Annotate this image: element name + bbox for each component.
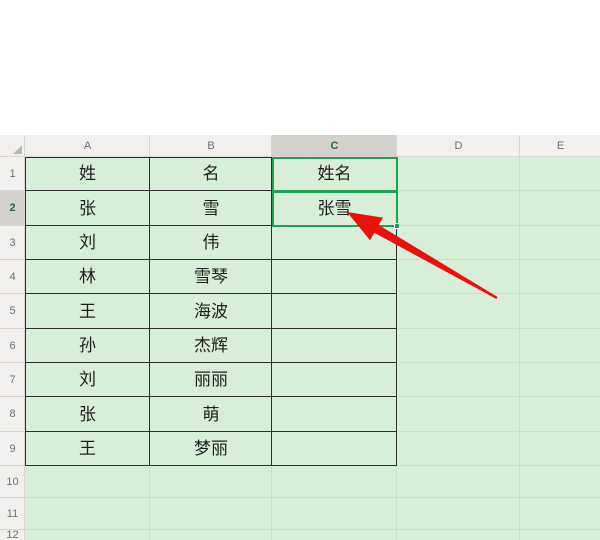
row-header-11[interactable]: 11 — [0, 498, 25, 530]
cell-E3[interactable] — [520, 226, 600, 260]
cell-D1[interactable] — [397, 157, 520, 191]
cell-C1[interactable]: 姓名 — [272, 157, 397, 191]
cell-C8[interactable] — [272, 397, 397, 432]
column-header-D[interactable]: D — [397, 135, 520, 157]
cell-D9[interactable] — [397, 432, 520, 466]
row-header-3[interactable]: 3 — [0, 226, 25, 260]
cell-C2[interactable]: 张雪 — [272, 191, 397, 226]
cell-E11[interactable] — [520, 498, 600, 530]
cell-C3[interactable] — [272, 226, 397, 260]
cell-B12[interactable] — [150, 530, 272, 540]
cell-E6[interactable] — [520, 329, 600, 363]
row-header-6[interactable]: 6 — [0, 329, 25, 363]
row-header-5[interactable]: 5 — [0, 294, 25, 329]
cell-B1[interactable]: 名 — [150, 157, 272, 191]
cell-B10[interactable] — [150, 466, 272, 498]
cell-A1[interactable]: 姓 — [25, 157, 150, 191]
cell-A6[interactable]: 孙 — [25, 329, 150, 363]
fill-handle[interactable] — [394, 223, 400, 229]
cell-C5[interactable] — [272, 294, 397, 329]
cell-C7[interactable] — [272, 363, 397, 397]
cell-C11[interactable] — [272, 498, 397, 530]
cell-B3[interactable]: 伟 — [150, 226, 272, 260]
select-all-corner[interactable] — [0, 135, 25, 157]
cell-B7[interactable]: 丽丽 — [150, 363, 272, 397]
cell-A5[interactable]: 王 — [25, 294, 150, 329]
cell-D8[interactable] — [397, 397, 520, 432]
cell-A11[interactable] — [25, 498, 150, 530]
cell-D7[interactable] — [397, 363, 520, 397]
row-header-1[interactable]: 1 — [0, 157, 25, 191]
column-header-C[interactable]: C — [272, 135, 397, 157]
cell-D5[interactable] — [397, 294, 520, 329]
column-header-B[interactable]: B — [150, 135, 272, 157]
cell-C12[interactable] — [272, 530, 397, 540]
cell-B2[interactable]: 雪 — [150, 191, 272, 226]
row-header-10[interactable]: 10 — [0, 466, 25, 498]
row-header-4[interactable]: 4 — [0, 260, 25, 294]
row-header-7[interactable]: 7 — [0, 363, 25, 397]
cell-A10[interactable] — [25, 466, 150, 498]
cell-A12[interactable] — [25, 530, 150, 540]
cell-B9[interactable]: 梦丽 — [150, 432, 272, 466]
cell-C9[interactable] — [272, 432, 397, 466]
cell-B11[interactable] — [150, 498, 272, 530]
cell-B6[interactable]: 杰辉 — [150, 329, 272, 363]
cell-C6[interactable] — [272, 329, 397, 363]
cell-E5[interactable] — [520, 294, 600, 329]
cell-D2[interactable] — [397, 191, 520, 226]
cell-C4[interactable] — [272, 260, 397, 294]
cell-E12[interactable] — [520, 530, 600, 540]
cell-A3[interactable]: 刘 — [25, 226, 150, 260]
cell-B5[interactable]: 海波 — [150, 294, 272, 329]
cell-E2[interactable] — [520, 191, 600, 226]
column-header-E[interactable]: E — [520, 135, 600, 157]
cell-E4[interactable] — [520, 260, 600, 294]
cell-C10[interactable] — [272, 466, 397, 498]
cell-E8[interactable] — [520, 397, 600, 432]
wps-spreadsheet-window: ≡ 文件 ▾ ↺ ↻ ▾ 开始 插入 页面布局 公式 数据 审阅 视图 — [0, 0, 600, 540]
cell-E7[interactable] — [520, 363, 600, 397]
cell-A9[interactable]: 王 — [25, 432, 150, 466]
row-header-8[interactable]: 8 — [0, 397, 25, 432]
cell-B4[interactable]: 雪琴 — [150, 260, 272, 294]
cell-D6[interactable] — [397, 329, 520, 363]
cell-E1[interactable] — [520, 157, 600, 191]
cell-D11[interactable] — [397, 498, 520, 530]
cell-A8[interactable]: 张 — [25, 397, 150, 432]
cell-D10[interactable] — [397, 466, 520, 498]
cell-D4[interactable] — [397, 260, 520, 294]
column-header-A[interactable]: A — [25, 135, 150, 157]
row-header-12[interactable]: 12 — [0, 530, 25, 540]
cell-E10[interactable] — [520, 466, 600, 498]
row-header-9[interactable]: 9 — [0, 432, 25, 466]
cell-D12[interactable] — [397, 530, 520, 540]
cell-B8[interactable]: 萌 — [150, 397, 272, 432]
corner-triangle-icon — [13, 145, 22, 154]
cell-A2[interactable]: 张 — [25, 191, 150, 226]
cell-D3[interactable] — [397, 226, 520, 260]
cell-A7[interactable]: 刘 — [25, 363, 150, 397]
cell-E9[interactable] — [520, 432, 600, 466]
cell-A4[interactable]: 林 — [25, 260, 150, 294]
sheet-grid: ABCDE123456789101112姓名姓名张雪张雪刘伟林雪琴王海波孙杰辉刘… — [0, 0, 600, 540]
row-header-2[interactable]: 2 — [0, 191, 25, 226]
